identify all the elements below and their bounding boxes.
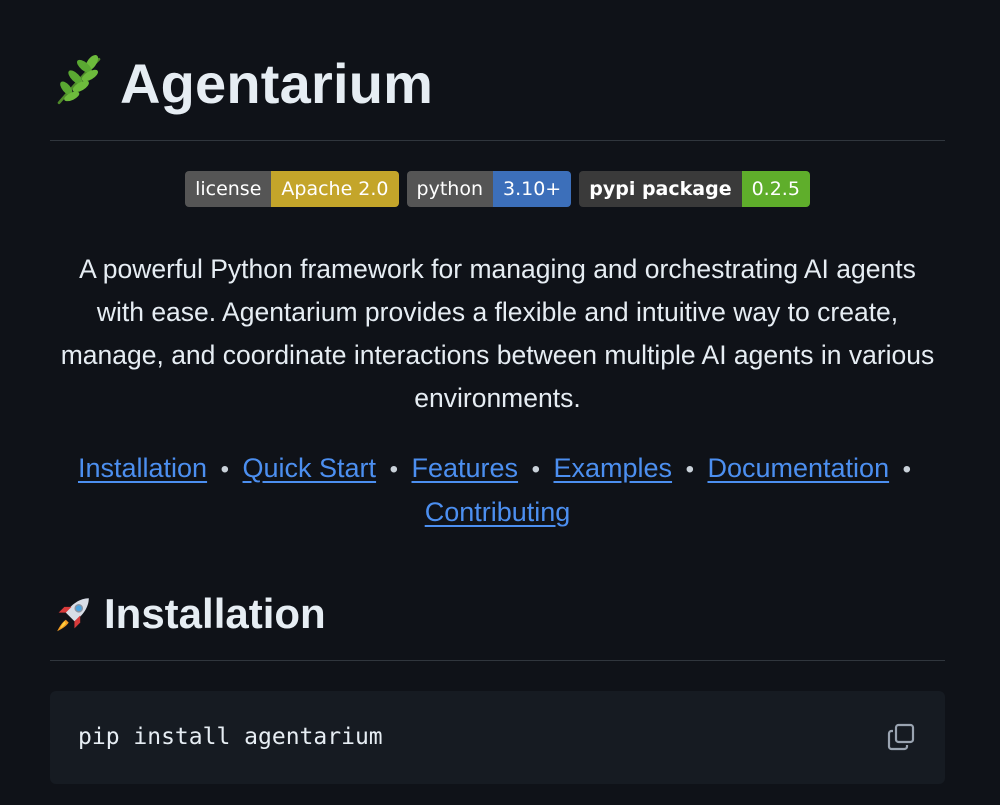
copy-icon[interactable] <box>885 721 917 753</box>
badge-value: Apache 2.0 <box>271 171 399 207</box>
herb-icon <box>57 55 101 105</box>
badge-row: license Apache 2.0 python 3.10+ pypi pac… <box>50 171 945 207</box>
badge-label: python <box>406 171 493 207</box>
license-badge[interactable]: license Apache 2.0 <box>185 171 399 207</box>
project-description: A powerful Python framework for managing… <box>60 254 935 413</box>
section-nav: Installation • Quick Start • Features • … <box>50 447 945 534</box>
pypi-badge[interactable]: pypi package 0.2.5 <box>579 171 810 207</box>
nav-link-documentation[interactable]: Documentation <box>707 453 889 483</box>
nav-separator: • <box>389 455 398 483</box>
install-command[interactable]: pip install agentarium <box>78 724 383 750</box>
nav-separator: • <box>220 455 229 483</box>
badge-value: 0.2.5 <box>741 171 810 207</box>
install-code-block: pip install agentarium <box>50 690 945 784</box>
nav-separator: • <box>902 455 912 483</box>
rocket-icon <box>57 598 89 632</box>
nav-link-quick-start[interactable]: Quick Start <box>243 453 377 483</box>
nav-link-examples[interactable]: Examples <box>554 453 673 483</box>
page-heading: Agentarium <box>50 0 945 141</box>
nav-separator: • <box>531 455 540 483</box>
badge-label: license <box>185 171 272 207</box>
nav-link-contributing[interactable]: Contributing <box>425 497 571 527</box>
badge-value: 3.10+ <box>493 171 572 207</box>
installation-title: Installation <box>104 590 326 637</box>
nav-link-features[interactable]: Features <box>412 453 519 483</box>
page-title: Agentarium <box>120 51 434 115</box>
badge-label: pypi package <box>579 171 742 207</box>
installation-heading: Installation <box>50 577 945 661</box>
python-badge[interactable]: python 3.10+ <box>406 171 572 207</box>
readme-content: Agentarium license Apache 2.0 python 3.1… <box>50 0 945 784</box>
nav-separator: • <box>685 455 694 483</box>
nav-link-installation[interactable]: Installation <box>78 453 207 483</box>
